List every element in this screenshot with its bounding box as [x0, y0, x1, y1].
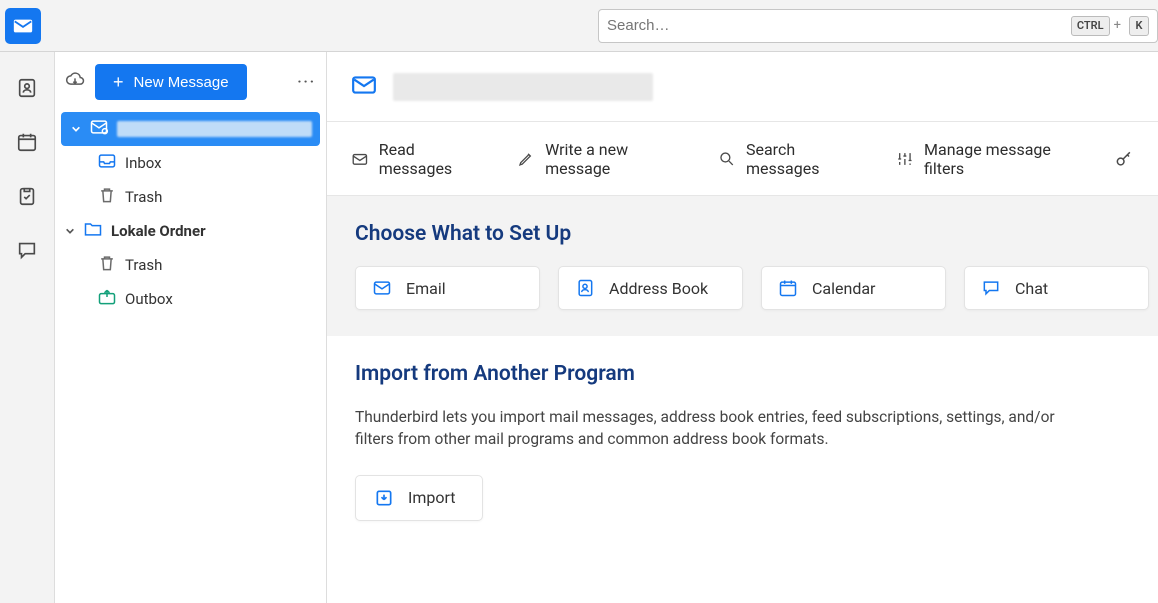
- account-header: [327, 52, 1158, 122]
- sliders-icon: [896, 149, 914, 169]
- manage-filters-action[interactable]: Manage message filters: [896, 140, 1076, 178]
- mail-icon: [351, 72, 377, 102]
- trash-icon: [97, 253, 117, 277]
- import-icon: [374, 488, 394, 508]
- e2e-encryption-action[interactable]: [1114, 149, 1134, 169]
- local-folders-row[interactable]: Lokale Ordner: [55, 214, 326, 248]
- fetch-messages-icon[interactable]: [65, 70, 85, 94]
- chevron-down-icon: [65, 226, 75, 236]
- plus-icon: +: [113, 73, 124, 91]
- import-panel: Import from Another Program Thunderbird …: [327, 336, 1158, 547]
- key-icon: [1114, 149, 1134, 169]
- read-messages-action[interactable]: Read messages: [351, 140, 479, 178]
- chat-icon: [981, 278, 1001, 298]
- folder-inbox[interactable]: Inbox: [55, 146, 326, 180]
- card-label: Email: [406, 279, 446, 298]
- calendar-icon: [778, 278, 798, 298]
- folder-pane-more[interactable]: ···: [297, 74, 316, 90]
- folder-label: Inbox: [125, 154, 162, 172]
- search-messages-action[interactable]: Search messages: [718, 140, 858, 178]
- setup-panel: Choose What to Set Up Email Address Book…: [327, 196, 1158, 336]
- account-row[interactable]: [61, 112, 320, 146]
- account-mail-icon: [89, 117, 109, 141]
- address-book-icon: [575, 278, 595, 298]
- search-kbd-sep: +: [1114, 18, 1121, 33]
- folder-label: Lokale Ordner: [111, 222, 206, 240]
- mail-icon: [12, 15, 34, 37]
- calendar-icon: [16, 131, 38, 153]
- new-message-button[interactable]: + New Message: [95, 64, 247, 100]
- setup-calendar-card[interactable]: Calendar: [761, 266, 946, 310]
- new-message-label: New Message: [134, 74, 229, 91]
- app-rail: [0, 52, 55, 603]
- search-icon: [718, 149, 736, 169]
- setup-chat-card[interactable]: Chat: [964, 266, 1149, 310]
- rail-calendar[interactable]: [16, 131, 38, 157]
- action-label: Search messages: [746, 140, 858, 178]
- action-label: Read messages: [379, 140, 480, 178]
- write-message-action[interactable]: Write a new message: [517, 140, 680, 178]
- content-pane: Read messages Write a new message Search…: [327, 52, 1158, 603]
- import-description: Thunderbird lets you import mail message…: [355, 406, 1075, 451]
- search-kbd-ctrl: CTRL: [1071, 16, 1110, 36]
- setup-email-card[interactable]: Email: [355, 266, 540, 310]
- trash-icon: [97, 185, 117, 209]
- rail-address-book[interactable]: [16, 77, 38, 103]
- chevron-down-icon: [71, 124, 81, 134]
- pencil-icon: [517, 149, 535, 169]
- account-email-redacted: [393, 73, 653, 101]
- address-book-icon: [16, 77, 38, 99]
- account-name-redacted: [117, 121, 312, 137]
- mail-open-icon: [351, 149, 369, 169]
- action-label: Manage message filters: [924, 140, 1076, 178]
- folder-pane: + New Message ··· Inbox: [55, 52, 327, 603]
- folder-icon: [83, 219, 103, 243]
- quick-actions: Read messages Write a new message Search…: [327, 122, 1158, 196]
- card-label: Chat: [1015, 279, 1048, 298]
- setup-address-book-card[interactable]: Address Book: [558, 266, 743, 310]
- local-trash[interactable]: Trash: [55, 248, 326, 282]
- mail-icon: [372, 278, 392, 298]
- search-kbd-k: K: [1129, 16, 1149, 36]
- action-label: Write a new message: [545, 140, 680, 178]
- folder-label: Trash: [125, 188, 162, 206]
- search-input[interactable]: [607, 17, 1067, 34]
- mail-tab[interactable]: [5, 8, 41, 44]
- folder-label: Outbox: [125, 290, 173, 308]
- folder-label: Trash: [125, 256, 162, 274]
- global-search[interactable]: CTRL + K: [598, 9, 1158, 43]
- chat-icon: [16, 239, 38, 261]
- rail-tasks[interactable]: [16, 185, 38, 211]
- folder-trash[interactable]: Trash: [55, 180, 326, 214]
- import-heading: Import from Another Program: [355, 362, 1130, 386]
- local-outbox[interactable]: Outbox: [55, 282, 326, 316]
- inbox-icon: [97, 151, 117, 175]
- import-button-label: Import: [408, 488, 456, 507]
- setup-heading: Choose What to Set Up: [355, 222, 1130, 246]
- card-label: Address Book: [609, 279, 708, 298]
- card-label: Calendar: [812, 279, 875, 298]
- tasks-icon: [16, 185, 38, 207]
- rail-chat[interactable]: [16, 239, 38, 265]
- import-button[interactable]: Import: [355, 475, 483, 521]
- outbox-icon: [97, 287, 117, 311]
